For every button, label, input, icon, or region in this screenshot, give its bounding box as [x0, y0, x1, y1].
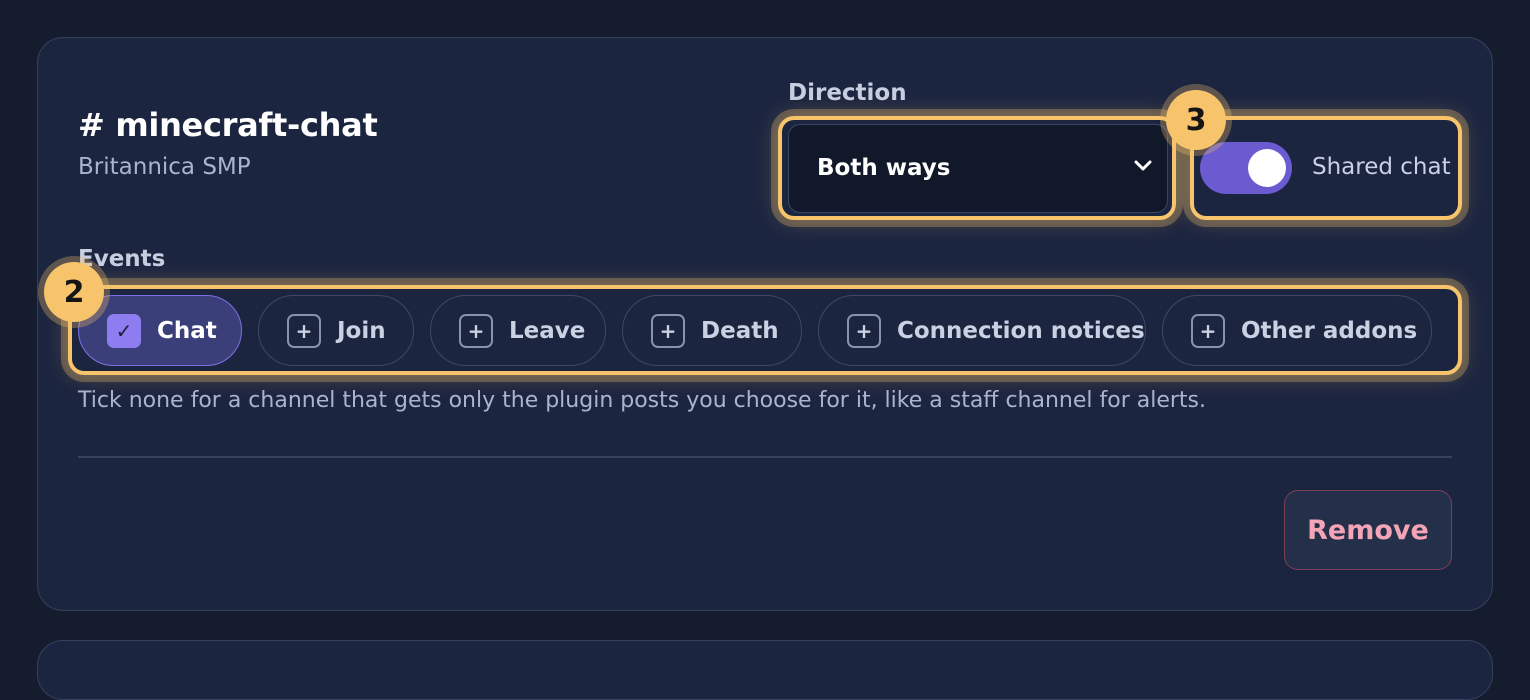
chevron-down-icon: [1134, 160, 1152, 171]
event-chip-other-addons[interactable]: + Other addons: [1162, 295, 1432, 366]
plus-icon: +: [651, 313, 685, 348]
next-channel-card: [37, 640, 1493, 700]
shared-chat-toggle[interactable]: [1200, 142, 1292, 194]
check-icon: ✓: [107, 313, 141, 348]
event-chip-label: Death: [701, 317, 779, 344]
shared-chat-label: Shared chat: [1312, 154, 1451, 180]
toggle-knob: [1248, 149, 1286, 187]
event-chip-label: Join: [337, 317, 386, 344]
plus-icon: +: [847, 313, 881, 348]
event-chip-label: Leave: [509, 317, 586, 344]
step-badge-2: 2: [44, 262, 104, 322]
event-chip-chat[interactable]: ✓ Chat: [78, 295, 242, 366]
direction-label: Direction: [788, 80, 907, 106]
event-chip-label: Other addons: [1241, 317, 1418, 344]
channel-title: # minecraft-chat: [78, 106, 378, 144]
event-chip-join[interactable]: + Join: [258, 295, 414, 366]
step-badge-3: 3: [1166, 90, 1226, 150]
events-hint: Tick none for a channel that gets only t…: [78, 388, 1207, 413]
direction-value: Both ways: [817, 155, 951, 181]
event-chip-label: Connection notices: [897, 317, 1145, 344]
remove-button[interactable]: Remove: [1284, 490, 1452, 570]
plus-icon: +: [459, 313, 493, 348]
direction-select[interactable]: Both ways: [788, 124, 1168, 213]
plus-icon: +: [287, 313, 321, 348]
event-chip-leave[interactable]: + Leave: [430, 295, 606, 366]
event-chip-connection-notices[interactable]: + Connection notices: [818, 295, 1146, 366]
plus-icon: +: [1191, 313, 1225, 348]
server-name: Britannica SMP: [78, 154, 251, 180]
event-chip-label: Chat: [157, 317, 217, 344]
divider: [78, 456, 1452, 458]
event-chip-death[interactable]: + Death: [622, 295, 802, 366]
